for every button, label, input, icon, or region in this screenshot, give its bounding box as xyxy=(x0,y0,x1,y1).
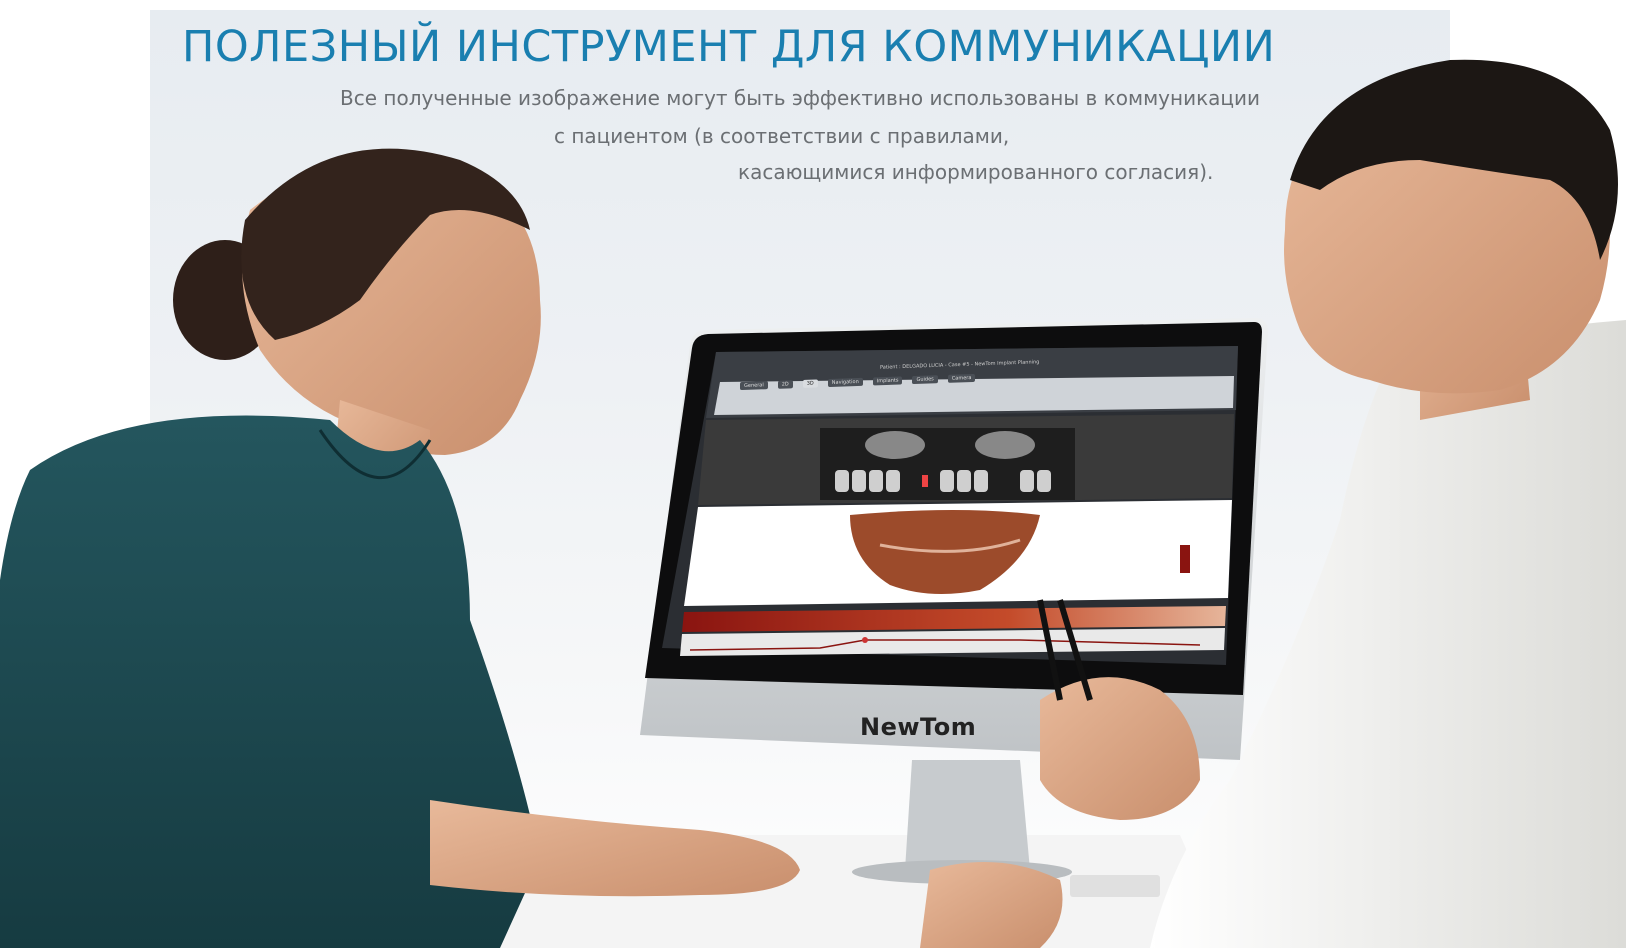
tab-2d[interactable]: 2D xyxy=(777,380,793,389)
monitor xyxy=(640,318,1268,760)
woman-hand xyxy=(430,800,800,897)
tab-navigation[interactable]: Navigation xyxy=(827,377,863,388)
photo-scene: ПОЛЕЗНЫЙ ИНСТРУМЕНТ ДЛЯ КОММУНИКАЦИИ Все… xyxy=(0,0,1626,948)
keyboard xyxy=(1070,875,1160,897)
tab-3d[interactable]: 3D xyxy=(802,379,818,388)
illustration xyxy=(0,59,1626,948)
tab-guides[interactable]: Guides xyxy=(912,375,938,385)
tab-implants[interactable]: Implants xyxy=(872,376,903,386)
tab-camera[interactable]: Camera xyxy=(947,373,976,383)
tab-general[interactable]: General xyxy=(740,381,768,391)
monitor-brand-logo: NewTom xyxy=(860,713,977,741)
